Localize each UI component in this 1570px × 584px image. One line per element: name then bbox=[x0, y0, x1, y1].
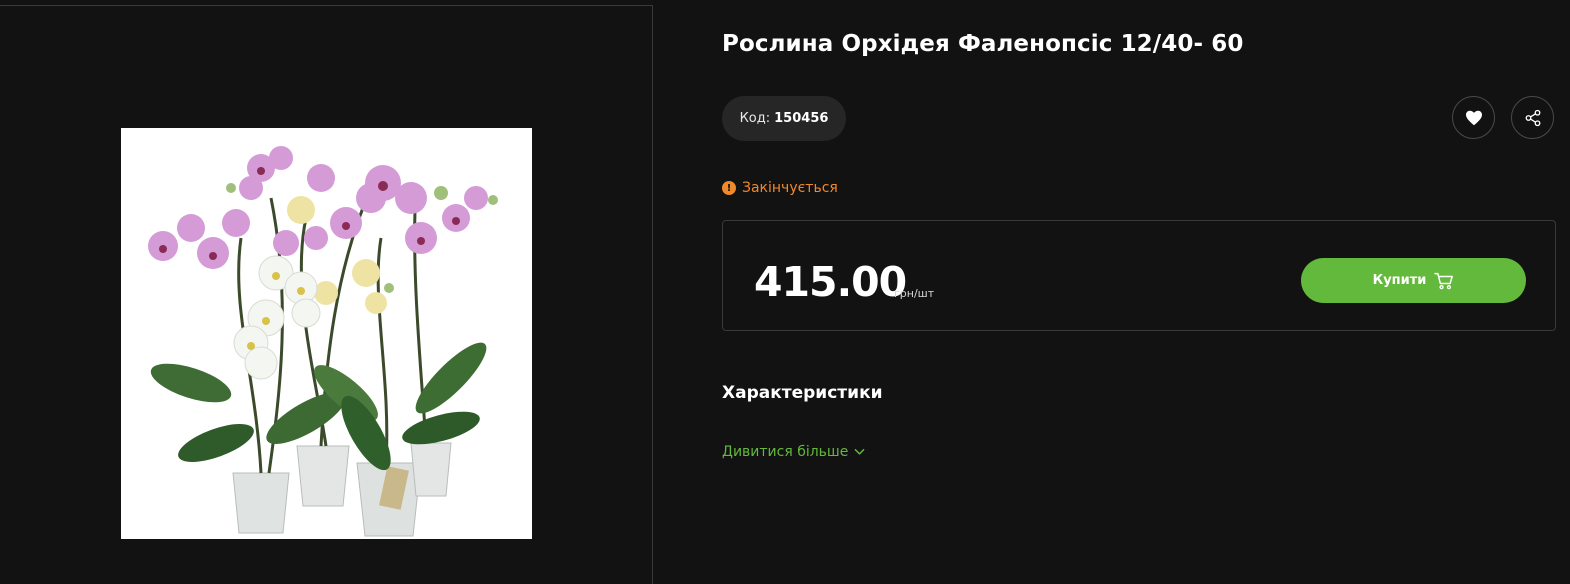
orchid-illustration bbox=[121, 128, 532, 539]
see-more-label: Дивитися більше bbox=[722, 444, 849, 460]
cart-icon bbox=[1434, 272, 1454, 289]
stock-status-text: Закінчується bbox=[742, 180, 838, 196]
share-icon bbox=[1525, 109, 1540, 126]
stock-status: ! Закінчується bbox=[722, 180, 838, 196]
characteristics-heading: Характеристики bbox=[722, 383, 883, 403]
product-image[interactable] bbox=[121, 128, 532, 539]
buy-button[interactable]: Купити bbox=[1301, 258, 1526, 303]
heart-icon bbox=[1465, 110, 1482, 125]
product-gallery bbox=[0, 5, 653, 584]
product-code-label: Код: bbox=[739, 111, 771, 126]
product-title: Рослина Орхідея Фаленопсіс 12/40- 60 bbox=[722, 31, 1244, 57]
warning-icon: ! bbox=[722, 181, 736, 195]
product-code-badge: Код: 150456 bbox=[722, 96, 846, 141]
product-info: Рослина Орхідея Фаленопсіс 12/40- 60 Код… bbox=[722, 0, 1556, 584]
price-unit: грн/шт bbox=[894, 287, 935, 300]
chevron-down-icon bbox=[855, 448, 865, 455]
product-price: 415.00 bbox=[754, 258, 907, 306]
add-to-favorites-button[interactable] bbox=[1452, 96, 1495, 139]
share-button[interactable] bbox=[1511, 96, 1554, 139]
product-page: Рослина Орхідея Фаленопсіс 12/40- 60 Код… bbox=[0, 0, 1570, 584]
product-code-value: 150456 bbox=[774, 111, 829, 126]
price-panel: 415.00 грн/шт Купити bbox=[722, 220, 1556, 331]
see-more-link[interactable]: Дивитися більше bbox=[722, 444, 865, 460]
buy-button-label: Купити bbox=[1372, 273, 1427, 288]
